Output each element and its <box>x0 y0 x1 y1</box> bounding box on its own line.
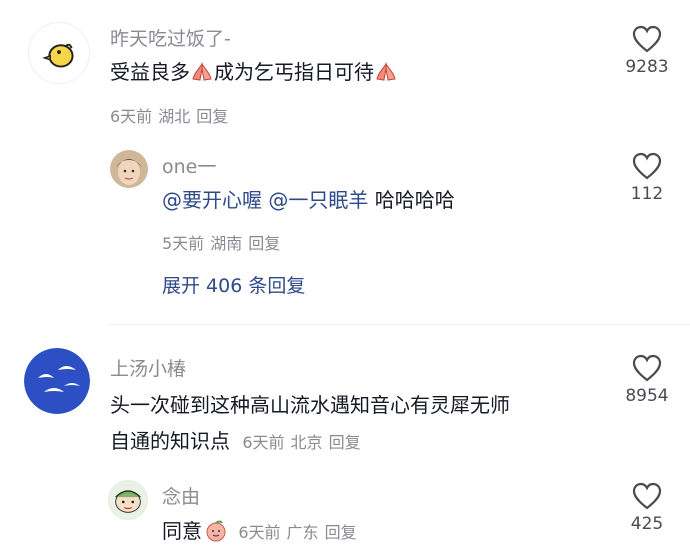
divider <box>108 324 690 325</box>
heart-icon[interactable] <box>632 482 662 510</box>
comment-meta: 6天前 北京 回复 <box>242 433 366 452</box>
comment-location: 湖北 <box>158 107 191 126</box>
comment-4: 念由 同意 6天前 广东 回复 425 <box>0 470 690 560</box>
cartoon-character-avatar[interactable] <box>108 480 148 520</box>
comment-time: 6天前 <box>110 107 153 126</box>
comment-text-part-2: 成为乞丐指日可待 <box>214 60 374 84</box>
mention-link[interactable]: @要开心喔 <box>162 188 262 212</box>
comment-text-line-2-row: 自通的知识点 6天前 北京 回复 <box>110 424 367 460</box>
comment-location: 北京 <box>290 433 323 452</box>
reply-button[interactable]: 回复 <box>248 234 280 253</box>
comment-2: one一 @要开心喔 @一只眠羊 哈哈哈哈 5天前 湖南 回复 展开 406 条回复… <box>0 140 690 320</box>
praying-hands-icon <box>192 62 212 81</box>
heart-icon[interactable] <box>632 25 662 53</box>
like-button[interactable]: 425 <box>612 482 682 534</box>
comment-text-part-1: 受益良多 <box>110 60 190 84</box>
peach-face-icon <box>206 520 226 542</box>
like-button[interactable]: 112 <box>612 152 682 204</box>
praying-hands-icon <box>376 62 396 81</box>
username[interactable]: 昨天吃过饭了- <box>110 24 231 51</box>
comment-text-body: 同意 <box>162 519 202 543</box>
comment-text-line-1: 头一次碰到这种高山流水遇知音心有灵犀无师 <box>110 393 510 417</box>
comment-text: 头一次碰到这种高山流水遇知音心有灵犀无师 <box>110 388 510 422</box>
reply-button[interactable]: 回复 <box>329 433 361 452</box>
reply-button[interactable]: 回复 <box>196 107 228 126</box>
comment-text: @要开心喔 @一只眠羊 哈哈哈哈 <box>162 183 455 217</box>
reply-button[interactable]: 回复 <box>325 523 357 542</box>
comment-1: 昨天吃过饭了- 受益良多 成为乞丐指日可待 6天前 湖北 回复 9283 <box>0 0 690 140</box>
comment-location: 广东 <box>286 523 319 542</box>
comment-text-line-2: 自通的知识点 <box>110 429 230 453</box>
like-button[interactable]: 8954 <box>612 354 682 406</box>
like-count: 9283 <box>625 57 669 77</box>
person-photo-avatar[interactable] <box>110 150 148 188</box>
comment-3: 上汤小椿 头一次碰到这种高山流水遇知音心有灵犀无师 自通的知识点 6天前 北京 回复… <box>0 330 690 470</box>
comment-location: 湖南 <box>210 234 243 253</box>
like-count: 8954 <box>625 386 669 406</box>
username[interactable]: one一 <box>162 152 216 179</box>
comment-time: 5天前 <box>162 234 205 253</box>
comment-meta: 5天前 湖南 回复 <box>162 230 286 254</box>
yellow-bird-avatar[interactable] <box>28 22 90 84</box>
mention-link[interactable]: @一只眠羊 <box>268 188 368 212</box>
comment-text: 同意 6天前 广东 回复 <box>162 514 363 550</box>
like-count: 425 <box>630 514 664 534</box>
blue-birds-avatar[interactable] <box>24 348 90 414</box>
like-button[interactable]: 9283 <box>612 25 682 77</box>
comment-time: 6天前 <box>242 433 285 452</box>
expand-replies-button[interactable]: 展开 406 条回复 <box>162 271 305 298</box>
comment-meta: 6天前 广东 回复 <box>238 523 362 542</box>
heart-icon[interactable] <box>632 152 662 180</box>
like-count: 112 <box>630 184 664 204</box>
comment-time: 6天前 <box>238 523 281 542</box>
comment-text-body: 哈哈哈哈 <box>374 188 455 212</box>
username[interactable]: 上汤小椿 <box>110 354 186 381</box>
heart-icon[interactable] <box>632 354 662 382</box>
comment-meta: 6天前 湖北 回复 <box>110 103 234 127</box>
comment-text: 受益良多 成为乞丐指日可待 <box>110 55 398 89</box>
username[interactable]: 念由 <box>162 482 200 509</box>
